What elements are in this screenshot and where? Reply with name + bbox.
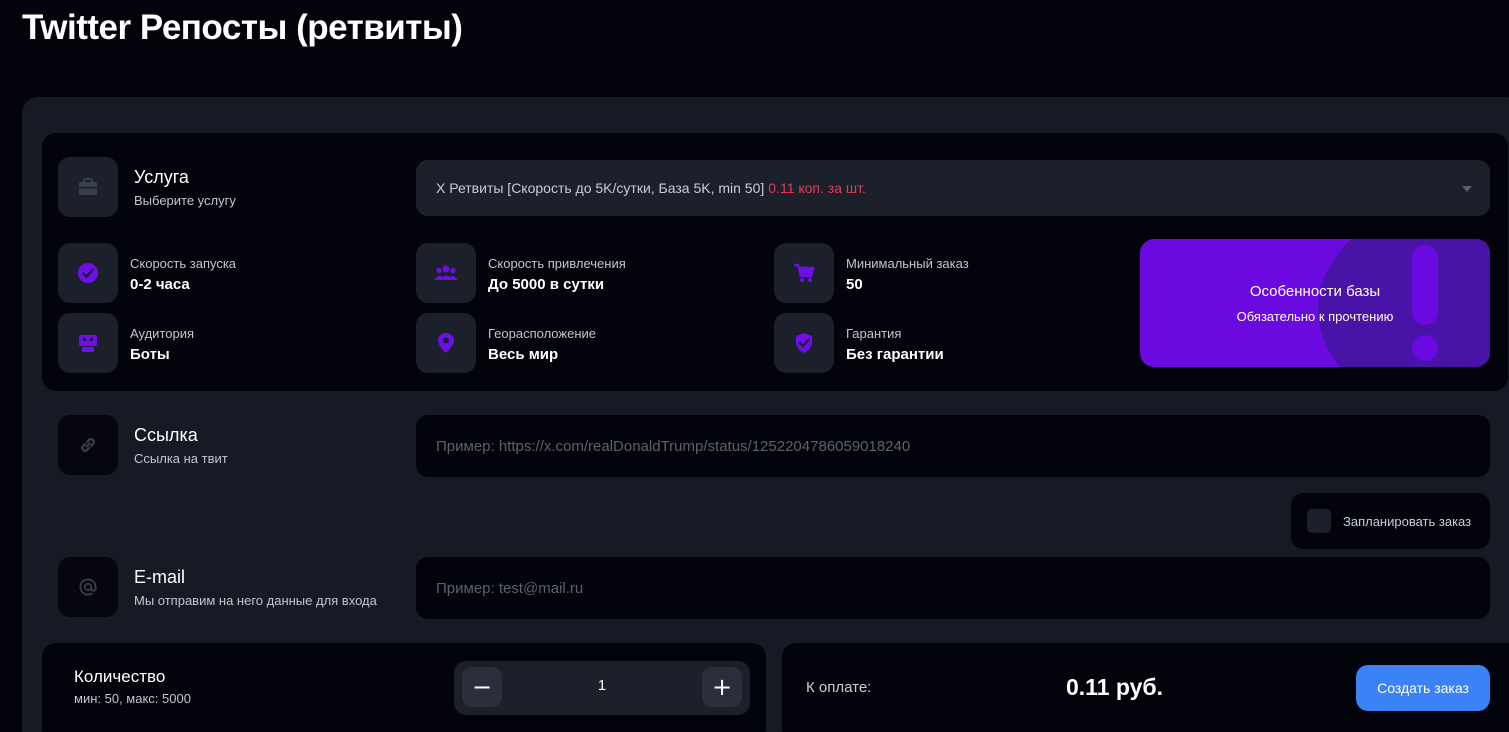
shield-check-icon <box>774 313 834 373</box>
decrement-button[interactable]: − <box>462 667 502 707</box>
stat-label-geo: Георасположение <box>488 326 596 341</box>
email-title: E-mail <box>134 567 186 587</box>
payment-label: К оплате: <box>806 679 872 696</box>
stat-value-launch: 0-2 часа <box>130 276 190 293</box>
create-order-button[interactable]: Создать заказ <box>1356 665 1490 711</box>
page-title: Twitter Репосты (ретвиты) <box>22 8 463 47</box>
exclamation-dot <box>1412 335 1438 361</box>
base-features-card[interactable]: Особенности базы Обязательно к прочтению <box>1140 239 1490 367</box>
payment-card: К оплате: 0.11 руб. Создать заказ <box>782 643 1509 732</box>
quantity-title: Количество <box>74 667 166 686</box>
stat-label-audience: Аудитория <box>130 326 195 341</box>
link-input[interactable] <box>416 415 1490 477</box>
stat-value-speed: До 5000 в сутки <box>488 276 605 293</box>
schedule-label: Запланировать заказ <box>1343 513 1472 529</box>
chevron-down-icon <box>1462 186 1472 192</box>
schedule-order-toggle[interactable]: Запланировать заказ <box>1291 493 1490 549</box>
order-panel: Услуга Выберите услугу X Ретвиты [Скорос… <box>22 97 1509 732</box>
service-select[interactable]: X Ретвиты [Скорость до 5K/сутки, База 5K… <box>416 160 1490 216</box>
link-title: Ссылка <box>134 425 198 445</box>
email-field[interactable] <box>416 557 1490 619</box>
payment-amount: 0.11 руб. <box>1066 674 1164 700</box>
promo-background-shape <box>1318 239 1490 367</box>
stat-value-audience: Боты <box>130 346 170 363</box>
schedule-checkbox[interactable] <box>1307 509 1331 533</box>
stat-value-geo: Весь мир <box>488 346 559 363</box>
service-price: 0.11 коп. за шт. <box>768 180 866 196</box>
briefcase-icon <box>58 157 118 217</box>
at-sign-icon <box>58 557 118 617</box>
bot-icon <box>58 313 118 373</box>
quantity-hint: мин: 50, макс: 5000 <box>74 691 191 706</box>
promo-title: Особенности базы <box>1249 283 1381 300</box>
quantity-value[interactable]: 1 <box>514 677 690 694</box>
service-selected: X Ретвиты [Скорость до 5K/сутки, База 5K… <box>436 180 765 196</box>
users-icon <box>416 243 476 303</box>
email-subtitle: Мы отправим на него данные для входа <box>134 593 377 608</box>
stat-value-guarantee: Без гарантии <box>846 346 944 363</box>
quantity-stepper[interactable]: − 1 + <box>454 661 750 715</box>
service-title: Услуга <box>134 167 189 187</box>
increment-button[interactable]: + <box>702 667 742 707</box>
stat-value-min-order: 50 <box>846 276 863 293</box>
stat-label-guarantee: Гарантия <box>846 326 902 341</box>
stat-label-min-order: Минимальный заказ <box>846 256 969 271</box>
clock-check-icon <box>58 243 118 303</box>
quantity-card: Количество мин: 50, макс: 5000 − 1 + <box>42 643 766 732</box>
location-pin-icon <box>416 313 476 373</box>
service-subtitle: Выберите услугу <box>134 193 236 208</box>
cart-icon <box>774 243 834 303</box>
promo-subtitle: Обязательно к прочтению <box>1236 309 1394 324</box>
stat-label-speed: Скорость привлечения <box>488 256 626 271</box>
link-icon <box>58 415 118 475</box>
link-subtitle: Ссылка на твит <box>134 451 228 466</box>
stat-label-launch: Скорость запуска <box>130 256 237 271</box>
